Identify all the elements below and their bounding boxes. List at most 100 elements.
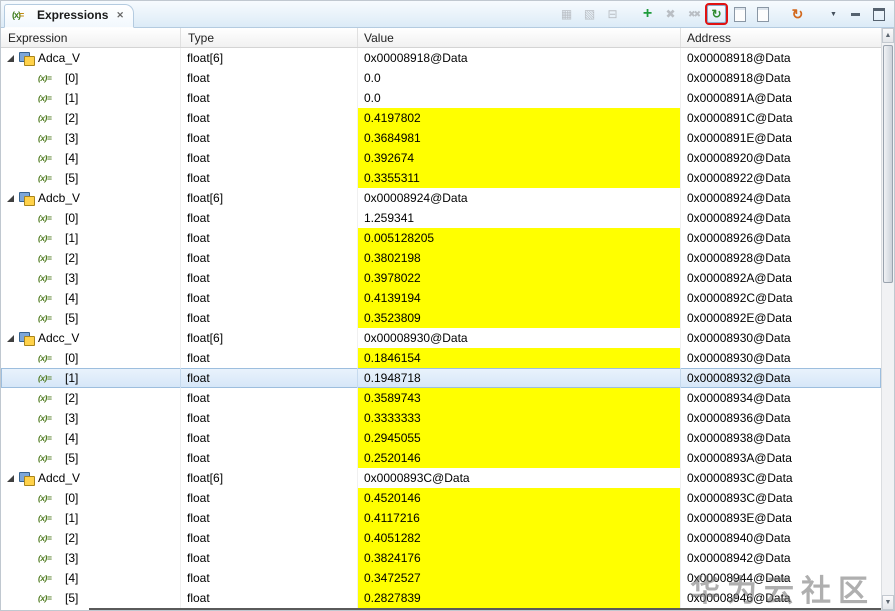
type-cell: float xyxy=(181,588,358,608)
table-row[interactable]: Adca_V float[6] 0x00008918@Data 0x000089… xyxy=(1,48,881,68)
variable-icon: (x)= xyxy=(38,113,52,123)
continuous-refresh-icon[interactable]: ↻ xyxy=(705,3,728,25)
table-row[interactable]: (x)= [1] float 0.1948718 0x00008932@Data xyxy=(1,368,881,388)
value-cell: 0.1948718 xyxy=(358,368,681,388)
value-cell: 0.4197802 xyxy=(358,108,681,128)
tab-title: Expressions xyxy=(37,8,109,22)
table-row[interactable]: (x)= [5] float 0.2520146 0x0000893A@Data xyxy=(1,448,881,468)
variable-icon: (x)= xyxy=(38,93,52,103)
expressions-view-window: (x) = Expressions ✕ ▦ ▧ ⊟ + ✖ ✖✖ ↻ ↻ ▼ Expression… xyxy=(0,0,895,611)
table-row[interactable]: Adcc_V float[6] 0x00008930@Data 0x000089… xyxy=(1,328,881,348)
refresh-icon[interactable]: ↻ xyxy=(788,5,807,23)
table-row[interactable]: (x)= [4] float 0.392674 0x00008920@Data xyxy=(1,148,881,168)
address-cell: 0x0000893E@Data xyxy=(687,511,792,525)
table-row[interactable]: (x)= [2] float 0.3589743 0x00008934@Data xyxy=(1,388,881,408)
address-cell: 0x0000891A@Data xyxy=(687,91,792,105)
address-cell: 0x0000891E@Data xyxy=(687,131,792,145)
expression-cell: (x)= [0] xyxy=(1,68,181,88)
expression-label: [3] xyxy=(65,131,79,145)
toolbar-separator xyxy=(776,14,784,15)
type-cell: float xyxy=(181,308,358,328)
table-row[interactable]: (x)= [0] float 0.4520146 0x0000893C@Data xyxy=(1,488,881,508)
table-row[interactable]: (x)= [1] float 0.005128205 0x00008926@Da… xyxy=(1,228,881,248)
table-row[interactable]: (x)= [3] float 0.3684981 0x0000891E@Data xyxy=(1,128,881,148)
value-cell: 0.4139194 xyxy=(358,288,681,308)
expression-cell: Adcd_V xyxy=(1,468,181,488)
scroll-down-button[interactable]: ▼ xyxy=(882,595,894,610)
expression-cell: (x)= [3] xyxy=(1,128,181,148)
variable-icon: (x)= xyxy=(38,493,52,503)
export-expressions-icon[interactable] xyxy=(730,5,749,23)
expression-label: [0] xyxy=(65,491,79,505)
address-cell: 0x00008918@Data xyxy=(687,71,791,85)
expander-icon[interactable] xyxy=(7,334,15,342)
table-row[interactable]: (x)= [5] float 0.3523809 0x0000892E@Data xyxy=(1,308,881,328)
type-cell: float[6] xyxy=(181,188,358,208)
table-row[interactable]: (x)= [0] float 0.0 0x00008918@Data xyxy=(1,68,881,88)
table-row[interactable]: (x)= [3] float 0.3824176 0x00008942@Data xyxy=(1,548,881,568)
expression-label: [5] xyxy=(65,591,79,605)
collapse-all-icon: ⊟ xyxy=(607,7,618,21)
address-cell: 0x00008944@Data xyxy=(687,571,791,585)
expression-cell: (x)= [5] xyxy=(1,168,181,188)
value-cell: 0.3523809 xyxy=(358,308,681,328)
value-cell: 0.0 xyxy=(358,68,681,88)
type-cell: float xyxy=(181,68,358,88)
vertical-scrollbar[interactable]: ▲ ▼ xyxy=(881,28,894,610)
table-row[interactable]: (x)= [1] float 0.4117216 0x0000893E@Data xyxy=(1,508,881,528)
table-row[interactable]: (x)= [3] float 0.3333333 0x00008936@Data xyxy=(1,408,881,428)
view-menu-icon[interactable]: ▼ xyxy=(823,5,842,23)
table-row[interactable]: (x)= [2] float 0.3802198 0x00008928@Data xyxy=(1,248,881,268)
table-row[interactable]: (x)= [0] float 1.259341 0x00008924@Data xyxy=(1,208,881,228)
table-row[interactable]: (x)= [3] float 0.3978022 0x0000892A@Data xyxy=(1,268,881,288)
column-header-type[interactable]: Type xyxy=(181,28,358,47)
expression-cell: Adcc_V xyxy=(1,328,181,348)
scroll-thumb[interactable] xyxy=(883,45,893,283)
value-cell: 0.4117216 xyxy=(358,508,681,528)
address-cell: 0x00008918@Data xyxy=(687,51,791,65)
table-row[interactable]: (x)= [2] float 0.4197802 0x0000891C@Data xyxy=(1,108,881,128)
tab-expressions[interactable]: (x) = Expressions ✕ xyxy=(4,4,134,28)
expression-label: [0] xyxy=(65,71,79,85)
add-expression-icon[interactable]: + xyxy=(638,5,657,23)
type-cell: float xyxy=(181,568,358,588)
address-cell: 0x0000891C@Data xyxy=(687,111,793,125)
expression-label: [2] xyxy=(65,251,79,265)
type-cell: float xyxy=(181,288,358,308)
table-row[interactable]: (x)= [0] float 0.1846154 0x00008930@Data xyxy=(1,348,881,368)
import-expressions-icon[interactable] xyxy=(753,5,772,23)
table-row[interactable]: Adcd_V float[6] 0x0000893C@Data 0x000089… xyxy=(1,468,881,488)
expression-label: [4] xyxy=(65,431,79,445)
table-row[interactable]: Adcb_V float[6] 0x00008924@Data 0x000089… xyxy=(1,188,881,208)
expander-icon[interactable] xyxy=(7,194,15,202)
expression-cell: (x)= [1] xyxy=(1,368,181,388)
column-header-value[interactable]: Value xyxy=(358,28,681,47)
type-cell: float xyxy=(181,528,358,548)
table-row[interactable]: (x)= [5] float 0.2827839 0x00008946@Data xyxy=(1,588,881,608)
expression-cell: (x)= [3] xyxy=(1,408,181,428)
value-cell: 0.0 xyxy=(358,88,681,108)
maximize-icon[interactable] xyxy=(869,5,888,23)
value-cell: 0.3684981 xyxy=(358,128,681,148)
expression-label: [5] xyxy=(65,311,79,325)
address-cell: 0x00008920@Data xyxy=(687,151,791,165)
scroll-up-button[interactable]: ▲ xyxy=(882,28,894,43)
expander-icon[interactable] xyxy=(7,474,15,482)
type-cell: float[6] xyxy=(181,328,358,348)
column-header-expression[interactable]: Expression xyxy=(1,28,181,47)
address-cell: 0x00008930@Data xyxy=(687,331,791,345)
table-row[interactable]: (x)= [1] float 0.0 0x0000891A@Data xyxy=(1,88,881,108)
expander-icon[interactable] xyxy=(7,54,15,62)
value-cell: 0x0000893C@Data xyxy=(358,468,681,488)
table-row[interactable]: (x)= [4] float 0.3472527 0x00008944@Data xyxy=(1,568,881,588)
minimize-icon[interactable] xyxy=(846,5,865,23)
tab-close-icon[interactable]: ✕ xyxy=(116,10,124,21)
table-row[interactable]: (x)= [4] float 0.4139194 0x0000892C@Data xyxy=(1,288,881,308)
expression-cell: Adcb_V xyxy=(1,188,181,208)
table-row[interactable]: (x)= [4] float 0.2945055 0x00008938@Data xyxy=(1,428,881,448)
variable-icon: (x)= xyxy=(38,533,52,543)
column-header-address[interactable]: Address xyxy=(681,28,881,47)
expression-label: Adca_V xyxy=(38,51,81,65)
table-row[interactable]: (x)= [2] float 0.4051282 0x00008940@Data xyxy=(1,528,881,548)
table-row[interactable]: (x)= [5] float 0.3355311 0x00008922@Data xyxy=(1,168,881,188)
